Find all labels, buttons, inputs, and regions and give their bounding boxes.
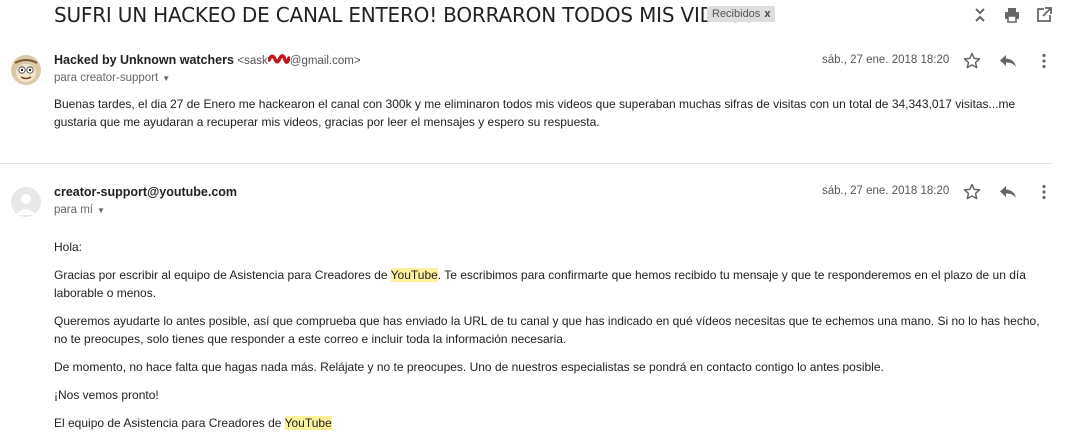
more-options-icon[interactable]	[1034, 182, 1054, 202]
paragraph-1: Gracias por escribir al equipo de Asiste…	[54, 266, 1049, 302]
message-body: Buenas tardes, el dia 27 de Enero me hac…	[54, 95, 1049, 141]
signature-text: El equipo de Asistencia para Creadores d…	[54, 416, 285, 430]
sender-name: Hacked by Unknown watchers <sask @gmail.c…	[54, 53, 361, 67]
recipient-text: para creator-support	[54, 72, 159, 84]
paragraph-4: ¡Nos vemos pronto!	[54, 388, 159, 402]
sender-email: <sask @gmail.com>	[237, 53, 361, 67]
subject-bar: SUFRI UN HACKEO DE CANAL ENTERO! BORRARO…	[0, 0, 1066, 30]
greeting-text: Hola:	[54, 240, 83, 254]
chevron-down-icon: ▼	[162, 74, 171, 83]
recipient-details-toggle[interactable]: para creator-support ▼	[54, 72, 170, 84]
signature: El equipo de Asistencia para Creadores d…	[54, 414, 1049, 432]
expand-collapse-icon[interactable]	[971, 6, 989, 24]
paragraph-1-start: Gracias por escribir al equipo de Asiste…	[54, 268, 391, 282]
more-options-icon[interactable]	[1034, 51, 1054, 71]
recipient-text: para mí	[54, 204, 93, 216]
message-divider	[0, 163, 1052, 164]
print-icon[interactable]	[1003, 6, 1021, 24]
sender-name: creator-support@youtube.com	[54, 185, 238, 199]
highlighted-keyword: YouTube	[390, 268, 438, 282]
paragraph-3: De momento, no hace falta que hagas nada…	[54, 360, 884, 374]
recipient-details-toggle[interactable]: para mí ▼	[54, 204, 105, 216]
label-remove-icon[interactable]: x	[764, 8, 770, 20]
sender-email-prefix: <sask	[237, 55, 268, 67]
sender-name-text: Hacked by Unknown watchers	[54, 53, 234, 67]
sender-email-suffix: @gmail.com>	[289, 55, 361, 67]
star-icon[interactable]	[962, 182, 982, 202]
paragraph-2: Queremos ayudarte lo antes posible, así …	[54, 314, 1040, 346]
message-body: Hola: Gracias por escribir al equipo de …	[54, 238, 1049, 442]
redaction-scribble	[267, 53, 291, 66]
label-chip-text: Recibidos	[712, 8, 761, 20]
star-icon[interactable]	[962, 51, 982, 71]
open-new-window-icon[interactable]	[1035, 6, 1053, 24]
chevron-down-icon: ▼	[97, 206, 105, 215]
avatar[interactable]	[11, 187, 41, 217]
avatar[interactable]	[11, 55, 41, 85]
email-subject: SUFRI UN HACKEO DE CANAL ENTERO! BORRARO…	[54, 3, 756, 27]
message-date: sáb., 27 ene. 2018 18:20	[822, 185, 950, 197]
highlighted-keyword: YouTube	[284, 416, 332, 430]
message-date: sáb., 27 ene. 2018 18:20	[822, 54, 950, 66]
reply-icon[interactable]	[998, 51, 1018, 71]
label-chip-inbox[interactable]: Recibidos x	[707, 6, 776, 22]
reply-icon[interactable]	[998, 182, 1018, 202]
message-body-text: Buenas tardes, el dia 27 de Enero me hac…	[54, 97, 1016, 129]
